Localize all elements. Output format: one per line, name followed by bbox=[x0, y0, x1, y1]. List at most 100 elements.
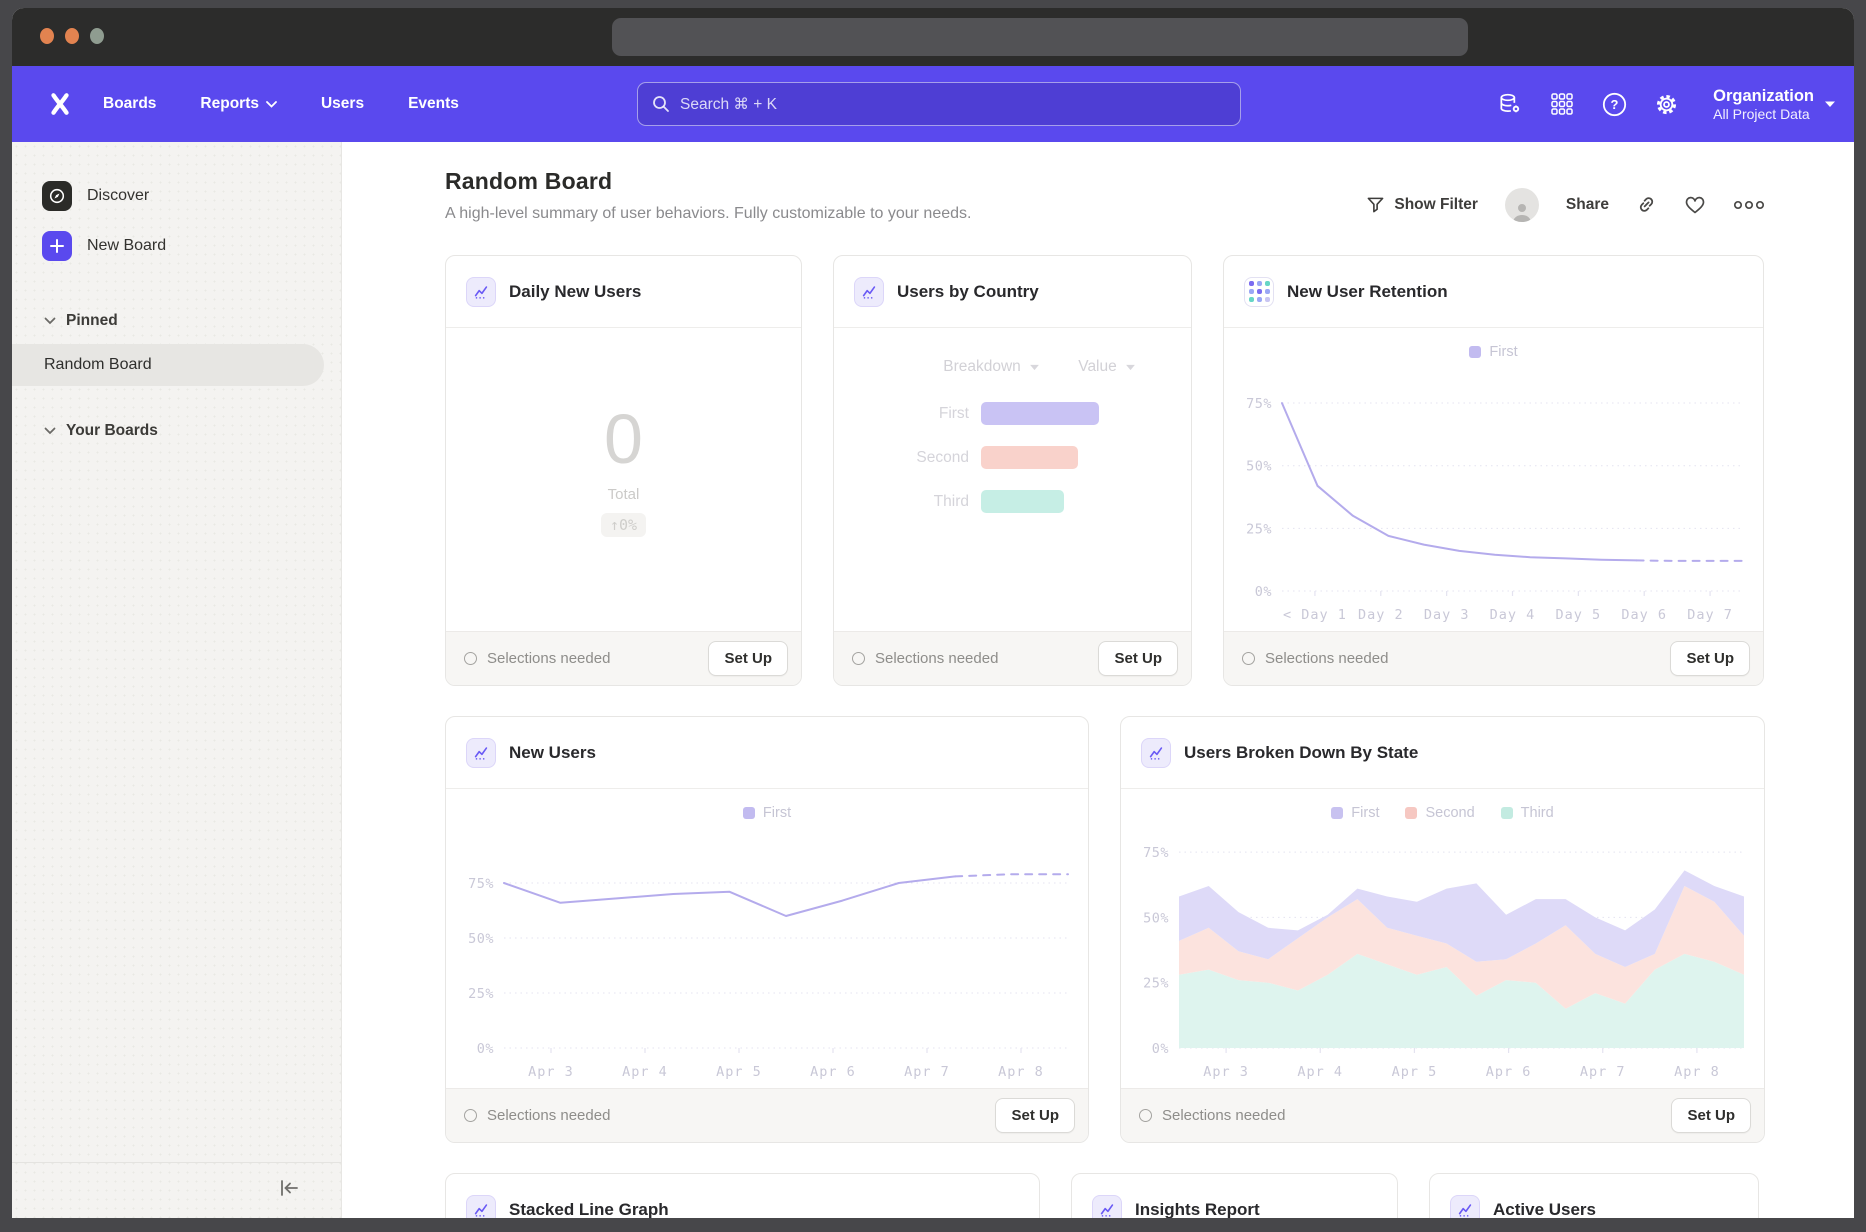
sidebar-item-random-board[interactable]: Random Board bbox=[12, 344, 324, 386]
svg-text:Day 7: Day 7 bbox=[1687, 607, 1733, 623]
main-content: Random Board A high-level summary of use… bbox=[342, 142, 1854, 1218]
status-icon bbox=[1139, 1109, 1152, 1122]
window-control-1[interactable] bbox=[40, 28, 54, 44]
chart-icon bbox=[466, 1195, 496, 1219]
chart-icon bbox=[854, 277, 884, 307]
svg-text:50%: 50% bbox=[1246, 459, 1272, 475]
address-bar[interactable] bbox=[612, 18, 1468, 56]
data-management-icon[interactable] bbox=[1495, 89, 1525, 119]
heart-icon bbox=[1684, 195, 1706, 215]
bar-label: Second bbox=[834, 449, 969, 467]
set-up-button[interactable]: Set Up bbox=[708, 641, 788, 676]
funnel-icon bbox=[1366, 196, 1385, 214]
metric-delta-badge: ↑0% bbox=[601, 513, 646, 537]
legend-swatch bbox=[743, 807, 755, 819]
bar-label: First bbox=[834, 405, 969, 423]
mixpanel-logo[interactable] bbox=[45, 89, 75, 119]
svg-text:Apr 6: Apr 6 bbox=[810, 1064, 856, 1080]
svg-text:50%: 50% bbox=[468, 931, 494, 947]
legend-swatch bbox=[1405, 807, 1417, 819]
chart-icon bbox=[466, 738, 496, 768]
sidebar-section-pinned[interactable]: Pinned bbox=[12, 306, 341, 336]
nav-item-events[interactable]: Events bbox=[408, 95, 459, 113]
set-up-button[interactable]: Set Up bbox=[995, 1098, 1075, 1133]
search-input[interactable]: Search ⌘ + K bbox=[637, 82, 1241, 126]
chevron-down-icon bbox=[1029, 364, 1040, 371]
chevron-down-icon bbox=[1125, 364, 1136, 371]
avatar[interactable] bbox=[1505, 188, 1539, 222]
legend-item: First bbox=[1469, 344, 1517, 360]
bar bbox=[981, 446, 1078, 469]
legend-item: Second bbox=[1405, 805, 1474, 821]
card-active-users: Active Users bbox=[1429, 1173, 1759, 1218]
chart-icon bbox=[1092, 1195, 1122, 1219]
card-title: New User Retention bbox=[1287, 282, 1448, 302]
gear-icon[interactable] bbox=[1651, 89, 1681, 119]
link-icon bbox=[1636, 194, 1657, 215]
breakdown-dropdown[interactable]: Breakdown bbox=[943, 358, 1040, 376]
svg-text:Apr 6: Apr 6 bbox=[1486, 1064, 1532, 1080]
copy-link-button[interactable] bbox=[1636, 194, 1657, 215]
window-control-2[interactable] bbox=[65, 28, 79, 44]
legend-swatch bbox=[1331, 807, 1343, 819]
collapse-sidebar-icon[interactable] bbox=[277, 1178, 301, 1203]
svg-text:Day 5: Day 5 bbox=[1556, 607, 1602, 623]
bar bbox=[981, 402, 1099, 425]
card-title: New Users bbox=[509, 743, 596, 763]
status-text: Selections needed bbox=[875, 650, 998, 667]
org-switcher[interactable]: Organization All Project Data bbox=[1713, 86, 1836, 123]
svg-text:Day 2: Day 2 bbox=[1358, 607, 1404, 623]
card-new-user-retention: New User Retention First 75%50%25%0%< Da… bbox=[1223, 255, 1764, 686]
svg-text:25%: 25% bbox=[468, 986, 494, 1002]
chart-icon bbox=[1141, 738, 1171, 768]
status-icon bbox=[464, 652, 477, 665]
more-options-button[interactable] bbox=[1733, 200, 1765, 210]
favorite-button[interactable] bbox=[1684, 195, 1706, 215]
svg-text:0%: 0% bbox=[1152, 1041, 1169, 1057]
set-up-button[interactable]: Set Up bbox=[1098, 641, 1178, 676]
sidebar-item-label: Discover bbox=[87, 187, 149, 205]
card-stacked-line-graph: Stacked Line Graph bbox=[445, 1173, 1040, 1218]
nav-item-users[interactable]: Users bbox=[321, 95, 364, 113]
sidebar-section-your-boards[interactable]: Your Boards bbox=[12, 416, 341, 446]
svg-text:Apr 5: Apr 5 bbox=[716, 1064, 762, 1080]
show-filter-button[interactable]: Show Filter bbox=[1366, 196, 1478, 214]
card-title: Active Users bbox=[1493, 1200, 1596, 1219]
sidebar-item-discover[interactable]: Discover bbox=[12, 178, 341, 214]
sidebar-item-new-board[interactable]: New Board bbox=[12, 228, 341, 264]
svg-text:Apr 8: Apr 8 bbox=[998, 1064, 1044, 1080]
share-button[interactable]: Share bbox=[1566, 196, 1609, 214]
chart-icon bbox=[1450, 1195, 1480, 1219]
set-up-button[interactable]: Set Up bbox=[1671, 1098, 1751, 1133]
nav-item-boards[interactable]: Boards bbox=[103, 95, 156, 113]
svg-text:Apr 4: Apr 4 bbox=[1297, 1064, 1343, 1080]
svg-text:Apr 7: Apr 7 bbox=[1580, 1064, 1626, 1080]
search-icon bbox=[652, 95, 670, 113]
apps-grid-icon[interactable] bbox=[1547, 89, 1577, 119]
ellipsis-icon bbox=[1733, 200, 1765, 210]
svg-text:Day 4: Day 4 bbox=[1490, 607, 1536, 623]
status-text: Selections needed bbox=[1265, 650, 1388, 667]
card-users-by-state: Users Broken Down By State FirstSecondTh… bbox=[1120, 716, 1765, 1143]
svg-text:Apr 5: Apr 5 bbox=[1392, 1064, 1438, 1080]
page-title: Random Board bbox=[445, 168, 971, 195]
window-control-3[interactable] bbox=[90, 28, 104, 44]
browser-window: Boards Reports Users Events Search ⌘ + K… bbox=[12, 8, 1854, 1218]
help-icon[interactable]: ? bbox=[1599, 89, 1629, 119]
svg-text:< Day 1: < Day 1 bbox=[1283, 607, 1347, 623]
new-users-chart: 75%50%25%0%Apr 3Apr 4Apr 5Apr 6Apr 7Apr … bbox=[446, 823, 1088, 1088]
svg-text:Apr 8: Apr 8 bbox=[1674, 1064, 1720, 1080]
set-up-button[interactable]: Set Up bbox=[1670, 641, 1750, 676]
page-subtitle: A high-level summary of user behaviors. … bbox=[445, 205, 971, 223]
chart-legend: FirstSecondThird bbox=[1121, 803, 1764, 823]
chart-legend: First bbox=[1224, 342, 1763, 362]
nav-item-reports[interactable]: Reports bbox=[200, 95, 277, 113]
svg-text:25%: 25% bbox=[1246, 521, 1272, 537]
svg-text:Apr 4: Apr 4 bbox=[622, 1064, 668, 1080]
card-title: Daily New Users bbox=[509, 282, 641, 302]
value-dropdown[interactable]: Value bbox=[1078, 358, 1136, 376]
legend-swatch bbox=[1501, 807, 1513, 819]
top-nav: Boards Reports Users Events Search ⌘ + K… bbox=[12, 66, 1854, 142]
search-placeholder: Search ⌘ + K bbox=[680, 95, 777, 114]
svg-text:75%: 75% bbox=[468, 876, 494, 892]
